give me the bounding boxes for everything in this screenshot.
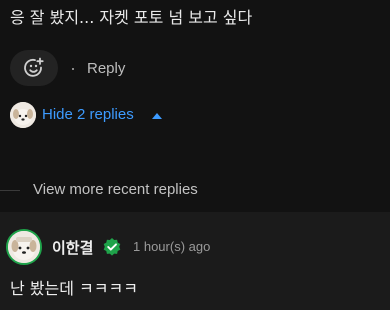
- divider: [0, 190, 20, 191]
- dog-avatar-icon: [8, 231, 40, 263]
- add-reaction-button[interactable]: [10, 50, 58, 86]
- comment-section: 응 잘 봤지... 자켓 포토 넘 보고 싶다 Reply Hide 2 rep…: [0, 0, 390, 212]
- view-more-replies-button[interactable]: View more recent replies: [33, 181, 198, 198]
- reply-avatar[interactable]: [6, 229, 42, 265]
- caret-up-icon[interactable]: [152, 113, 162, 119]
- reply-button[interactable]: Reply: [87, 60, 125, 77]
- reply-text: 난 봤는데 ㅋㅋㅋㅋ: [10, 279, 138, 298]
- hide-replies-button[interactable]: Hide 2 replies: [42, 106, 134, 123]
- comment-text: 응 잘 봤지... 자켓 포토 넘 보고 싶다: [10, 8, 253, 27]
- avatar[interactable]: [10, 102, 36, 128]
- add-reaction-icon: [24, 57, 44, 77]
- reply-author[interactable]: 이한결: [52, 237, 93, 258]
- separator-dot: [72, 68, 74, 70]
- verified-badge-icon: [103, 238, 121, 256]
- dog-avatar-icon: [10, 102, 36, 128]
- reply-timestamp: 1 hour(s) ago: [133, 239, 211, 254]
